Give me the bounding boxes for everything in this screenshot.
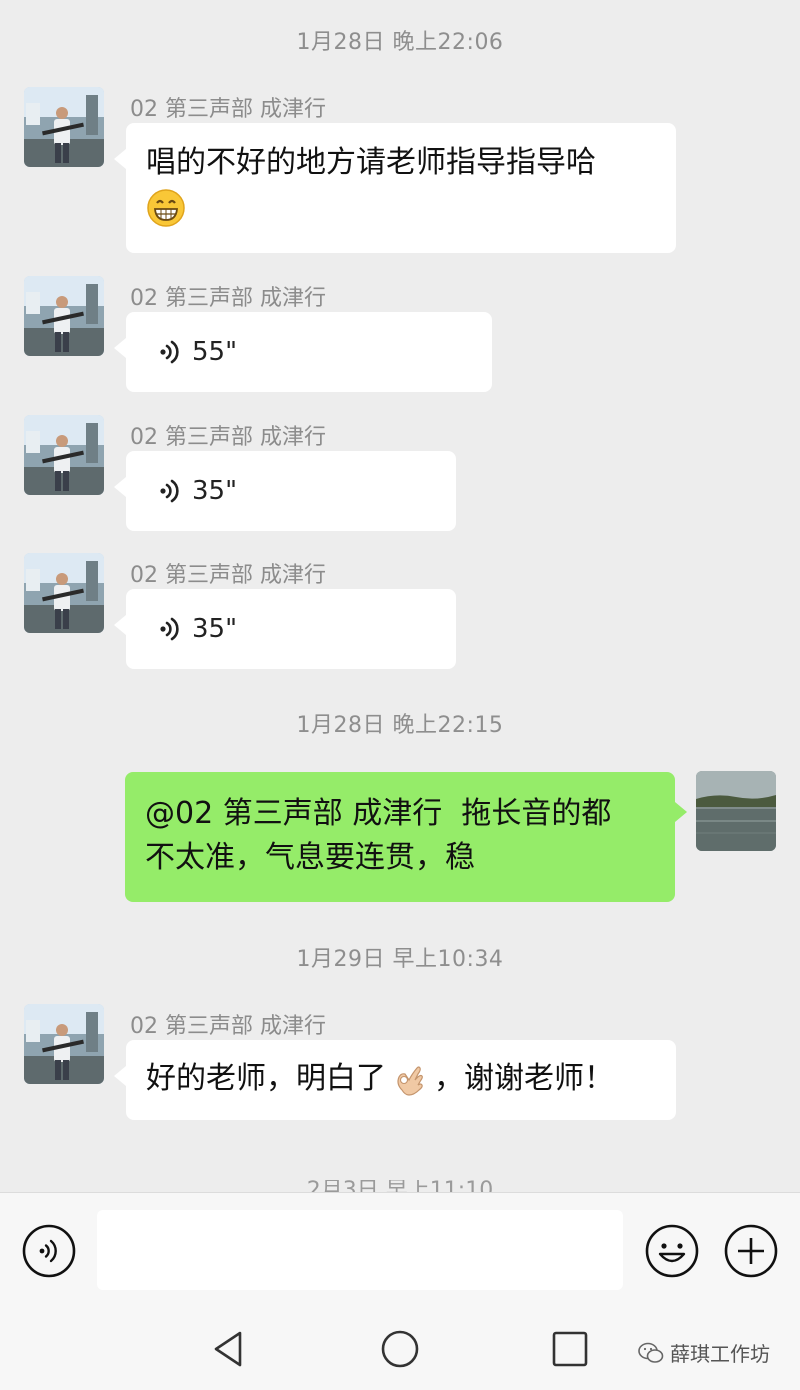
message-text: @02 第三声部 成津行 拖长音的都 (145, 796, 612, 831)
sender-name: 02 第三声部 成津行 (130, 425, 326, 450)
sender-name: 02 第三声部 成津行 (130, 1014, 326, 1039)
avatar[interactable] (24, 87, 104, 167)
my-avatar[interactable] (696, 771, 776, 851)
ok-hand-icon (397, 1065, 423, 1096)
voice-message[interactable]: 35" (114, 451, 456, 531)
voice-wave-icon (160, 340, 179, 364)
outgoing-message-bubble[interactable]: @02 第三声部 成津行 拖长音的都 不太准，气息要连贯，稳 (125, 772, 687, 902)
sender-name: 02 第三声部 成津行 (130, 563, 326, 588)
emoji-button[interactable] (645, 1224, 699, 1278)
watermark: 薛琪工作坊 (638, 1338, 770, 1367)
message-text: 好的老师，明白了 (146, 1061, 386, 1096)
message-text: 唱的不好的地方请老师指导指导哈 (146, 145, 596, 180)
more-plus-button[interactable] (724, 1224, 778, 1278)
message-text: ，谢谢老师！ (434, 1061, 614, 1096)
message-input[interactable] (97, 1210, 623, 1290)
grinning-face-icon (147, 188, 185, 227)
sender-name: 02 第三声部 成津行 (130, 97, 326, 122)
timestamp: 1月29日 早上10:34 (296, 947, 504, 972)
sender-name: 02 第三声部 成津行 (130, 286, 326, 311)
avatar[interactable] (24, 553, 104, 633)
voice-duration: 35" (192, 476, 238, 506)
voice-input-button[interactable] (22, 1224, 76, 1278)
voice-duration: 55" (192, 337, 238, 367)
avatar[interactable] (24, 415, 104, 495)
timestamp: 1月28日 晚上22:15 (296, 713, 504, 738)
input-bar (0, 1192, 800, 1310)
home-circle-icon[interactable] (379, 1328, 421, 1370)
timestamp: 1月28日 晚上22:06 (296, 30, 504, 55)
back-triangle-icon[interactable] (208, 1328, 250, 1370)
chat-area[interactable]: 1月28日 晚上22:06 02 第三声部 成津行 唱的不好的地方请老师指导指导… (0, 0, 800, 1192)
message-bubble[interactable]: 好的老师，明白了 ，谢谢老师！ (114, 1040, 676, 1120)
recents-square-icon[interactable] (549, 1328, 591, 1370)
avatar[interactable] (24, 1004, 104, 1084)
timestamp-partial: 2月3日 早上11:10 (0, 1180, 800, 1192)
avatar[interactable] (24, 276, 104, 356)
voice-wave-icon (160, 479, 179, 503)
watermark-text: 薛琪工作坊 (670, 1342, 770, 1366)
message-bubble[interactable]: 唱的不好的地方请老师指导指导哈 (114, 123, 676, 253)
wechat-logo-icon (638, 1342, 664, 1363)
voice-message[interactable]: 35" (114, 589, 456, 669)
voice-message[interactable]: 55" (114, 312, 492, 392)
system-nav-bar: 薛琪工作坊 (0, 1310, 800, 1390)
voice-duration: 35" (192, 614, 238, 644)
voice-wave-icon (160, 617, 179, 641)
message-text: 不太准，气息要连贯，稳 (145, 840, 475, 875)
